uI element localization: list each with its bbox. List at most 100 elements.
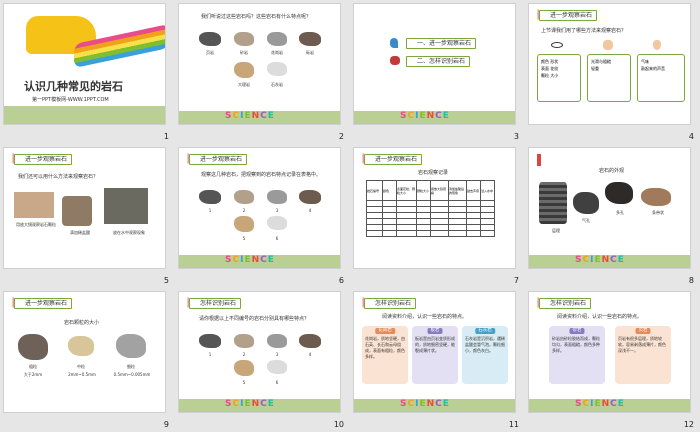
slide-number: 1 [163,132,169,141]
sense-box-smell: 气味 敲起来的声音 [637,54,685,102]
menu-item-2[interactable]: 二、怎样识别岩石 [406,56,471,67]
slide-thumbnail-11[interactable]: ❘ 怎样识别岩石 阅读资料介绍，认识一些岩石的特点。 花岗岩 花岗岩，质地坚硬，由… [350,288,525,432]
rock-number: 3 [275,352,279,357]
rock-number: 6 [275,236,279,241]
slide-header: ❘ 怎样识别岩石 [359,297,417,309]
coarse-rock-image [18,334,48,360]
card-title: 页岩 [635,328,651,334]
slide-7[interactable]: ❘ 进一步观察岩石 岩石观察记录 岩石编号 颜色 表面花纹、颗粒大小 颗粒大小 用… [353,147,516,269]
rock-image [199,334,221,348]
slide-thumbnail-12[interactable]: ❘ 怎样识别岩石 阅读资料介绍，认识一些岩石的特点。 砂岩 砂岩由砂粒胶结而成，颗… [525,288,700,432]
slide-6[interactable]: ❘ 进一步观察岩石 观察这几种岩石，把观察到的岩石特点记录在表格中。 1 2 3 … [178,147,341,269]
slide-9-title: 岩石颗粒的大小 [64,320,100,326]
rock-image [299,334,321,348]
slide-11-question: 阅读资料介绍，认识一些岩石的特点。 [382,314,468,320]
science-logo: SCIENCE [400,111,450,121]
leaf-icon [390,38,398,48]
slide-thumbnail-8[interactable]: 岩石的外观 层理 气孔 多孔 条带状 SCIENCE 8 [525,144,700,288]
card-text: 砂岩由砂粒胶结而成，颗粒均匀，表面粗糙，颜色多种多样。 [552,336,600,353]
slide-thumbnail-9[interactable]: ❘ 进一步观察岩石 岩石颗粒的大小 粗粒 中粒 细粒 大于2mm 2mm~0.5m… [0,288,175,432]
slide-12[interactable]: ❘ 怎样识别岩石 阅读资料介绍，认识一些岩石的特点。 砂岩 砂岩由砂粒胶结而成，颗… [528,291,691,413]
grain-size: 2mm~0.5mm [68,372,96,377]
grain-name: 中粒 [77,364,85,369]
photo-water [104,188,148,224]
slide-thumbnail-2[interactable]: 我们听说过这些岩石吗？这些岩石有什么特点呢？ 页岩 砂岩 花岗岩 砾岩 大理岩 … [175,0,350,144]
rock-number: 4 [308,352,312,357]
slide-number: 6 [338,276,344,285]
column-header: 滴加盐酸后的现象 [448,180,467,201]
flag-icon: ❘ [534,297,543,308]
card-title: 花岗岩 [375,328,395,334]
slide-4-question: 上节课我们用了哪些方法来观察岩石？ [541,28,627,34]
rock-image [299,32,321,46]
rock-label: 大理岩 [238,82,250,87]
rock-image [234,360,254,376]
slide-3[interactable]: 一、进一步观察岩石 二、怎样识别岩石 SCIENCE [353,3,516,125]
slide-header: ❘ 怎样识别岩石 [184,297,242,309]
eye-icon [551,42,563,48]
rock-image [267,334,287,348]
rock-image [199,190,221,204]
rock-number: 5 [242,380,246,385]
flag-icon: ❘ [9,297,18,308]
slide-2-question: 我们听说过这些岩石吗？这些岩石有什么特点呢？ [201,14,312,20]
science-logo: SCIENCE [225,399,275,409]
info-card-shale: 页岩 页岩有很多层理，质地较软，容易剥落成薄片，颜色深浅不一。 [615,326,671,384]
rock-image [267,62,287,76]
slide-1[interactable]: 认识几种常见的岩石 第一PPT模板网-WWW.1PPT.COM [3,3,166,125]
rock-number: 1 [208,352,212,357]
rock-image [267,216,287,230]
slide-number: 11 [508,420,519,429]
card-title: 石灰岩 [475,328,495,334]
rock-number: 2 [242,208,246,213]
feature-label: 层理 [552,228,560,233]
slide-thumbnail-6[interactable]: ❘ 进一步观察岩石 观察这几种岩石，把观察到的岩石特点记录在表格中。 1 2 3 … [175,144,350,288]
flag-icon: ❘ [359,297,368,308]
rock-label: 砾岩 [306,50,314,55]
info-card-slate: 板岩 板岩是由页岩变质形成的，质地细密坚硬，能裂成薄片状。 [412,326,458,384]
slide-2[interactable]: 我们听说过这些岩石吗？这些岩石有什么特点呢？ 页岩 砂岩 花岗岩 砾岩 大理岩 … [178,3,341,125]
flag-icon: ❘ [359,153,368,164]
slide-11[interactable]: ❘ 怎样识别岩石 阅读资料介绍，认识一些岩石的特点。 花岗岩 花岗岩，质地坚硬，由… [353,291,516,413]
rock-image [267,190,287,204]
nose-icon [653,40,661,50]
rock-image [234,62,254,78]
caption: 滴加稀盐酸 [70,230,90,235]
rock-number: 4 [308,208,312,213]
column-header: 岩石编号 [366,180,383,201]
slide-thumbnail-10[interactable]: ❘ 怎样识别岩石 请你根据以上不同编号的岩石分别具有哪些特点？ 1 2 3 4 5… [175,288,350,432]
rock-image [267,360,287,374]
slide-thumbnail-5[interactable]: ❘ 进一步观察岩石 我们还可以用什么方法来观察岩石？ 用放大镜观察岩石颗粒 滴加稀… [0,144,175,288]
slide-number: 4 [688,132,694,141]
slide-10[interactable]: ❘ 怎样识别岩石 请你根据以上不同编号的岩石分别具有哪些特点？ 1 2 3 4 5… [178,291,341,413]
table-title: 岩石观察记录 [418,170,449,176]
slide-4[interactable]: ❘ 进一步观察岩石 上节课我们用了哪些方法来观察岩石？ 颜色 形状 表面 花纹 颗… [528,3,691,125]
menu-item-1[interactable]: 一、进一步观察岩石 [406,38,477,49]
slide-thumbnail-1[interactable]: 认识几种常见的岩石 第一PPT模板网-WWW.1PPT.COM 1 [0,0,175,144]
rock-label: 页岩 [206,50,214,55]
flag-icon: ❘ [534,9,543,20]
slide-thumbnail-7[interactable]: ❘ 进一步观察岩石 岩石观察记录 岩石编号 颜色 表面花纹、颗粒大小 颗粒大小 用… [350,144,525,288]
slide-thumbnail-3[interactable]: 一、进一步观察岩石 二、怎样识别岩石 SCIENCE 3 [350,0,525,144]
sense-box-touch: 光滑与粗糙 轻重 [587,54,631,102]
card-text: 花岗岩，质地坚硬，由石英、长石和云母组成，表面有粗粒，颜色多样。 [365,336,405,359]
slide-9[interactable]: ❘ 进一步观察岩石 岩石颗粒的大小 粗粒 中粒 细粒 大于2mm 2mm~0.5m… [3,291,166,413]
dark-rock-image [605,182,633,204]
slide-thumbnail-4[interactable]: ❘ 进一步观察岩石 上节课我们用了哪些方法来观察岩石？ 颜色 形状 表面 花纹 颗… [525,0,700,144]
layered-rock-image [539,182,567,224]
info-card-sandstone: 砂岩 砂岩由砂粒胶结而成，颗粒均匀，表面粗糙，颜色多种多样。 [549,326,605,384]
slide-8[interactable]: 岩石的外观 层理 气孔 多孔 条带状 SCIENCE [528,147,691,269]
rock-number: 6 [275,380,279,385]
porous-rock-image [573,192,599,214]
grain-name: 细粒 [127,364,135,369]
slide-5[interactable]: ❘ 进一步观察岩石 我们还可以用什么方法来观察岩石？ 用放大镜观察岩石颗粒 滴加稀… [3,147,166,269]
slide-number: 2 [338,132,344,141]
observation-table: 岩石编号 颜色 表面花纹、颗粒大小 颗粒大小 用放大镜观察 滴加盐酸后的现象 敲… [366,180,495,237]
feature-label: 气孔 [582,218,590,223]
rock-image [199,32,221,46]
science-logo: SCIENCE [225,255,275,265]
info-card-limestone: 石灰岩 石灰岩是沉积岩，遇稀盐酸会冒气泡，颗粒细小，颜色灰白。 [462,326,508,384]
bottom-band [4,106,165,124]
rock-image [234,190,254,204]
medium-rock-image [68,336,94,356]
